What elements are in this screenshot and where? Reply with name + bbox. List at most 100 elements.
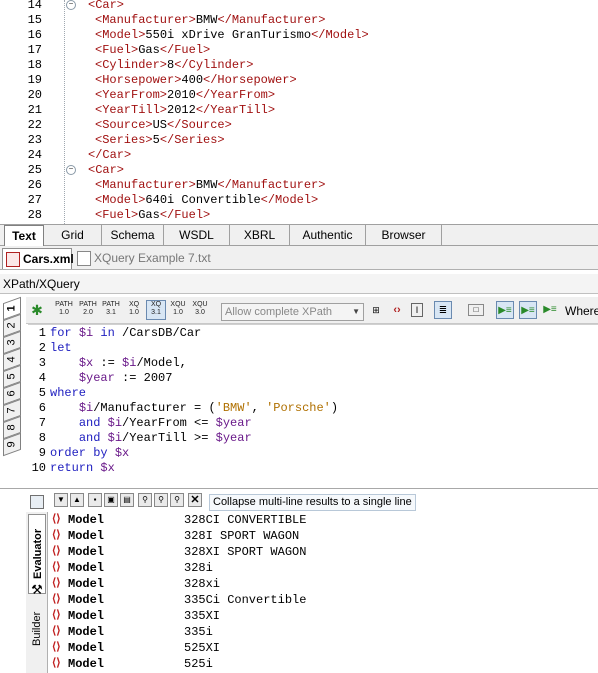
result-row[interactable]: ⟨⟩ Model 328xi xyxy=(50,576,598,592)
xml-tag: </Fuel> xyxy=(159,208,211,222)
query-code: and $i/YearTill >= $year xyxy=(50,431,252,446)
debug-bug-icon[interactable]: ✱ xyxy=(28,301,46,319)
result-row[interactable]: ⟨⟩ Model 328CI CONVERTIBLE xyxy=(50,512,598,528)
xml-code: <Model>640i Convertible</Model> xyxy=(95,193,318,208)
tab-builder[interactable]: Builder xyxy=(28,604,46,654)
fold-collapse-icon[interactable]: − xyxy=(66,0,76,10)
tab-xbrl[interactable]: XBRL xyxy=(230,225,290,246)
xml-line: 20 <YearFrom>2010</YearFrom> xyxy=(0,88,598,103)
collapse-multiline-toggle[interactable]: Collapse multi-line results to a single … xyxy=(209,494,416,511)
xpath-3-1-button[interactable]: PATH 3.1 xyxy=(101,300,121,320)
xml-text: 5 xyxy=(152,133,160,147)
document-tab-xquery[interactable]: XQuery Example 7.txt xyxy=(74,248,214,269)
line-number: 19 xyxy=(27,73,42,87)
xml-text: 2010 xyxy=(167,88,196,102)
previous-result-icon[interactable]: ▲ xyxy=(70,493,84,507)
result-row[interactable]: ⟨⟩ Model 525i xyxy=(50,656,598,672)
fold-collapse-icon[interactable]: − xyxy=(66,165,76,175)
find-next-icon[interactable]: ⚲ xyxy=(154,493,168,507)
xml-code: <Cylinder>8</Cylinder> xyxy=(95,58,253,73)
xml-line: 28 <Fuel>Gas</Fuel> xyxy=(0,208,598,223)
token-str: 'BMW' xyxy=(215,401,252,415)
xml-code: <Fuel>Gas</Fuel> xyxy=(95,43,210,58)
tab-text[interactable]: Text xyxy=(4,225,44,246)
token-plain: := xyxy=(93,356,123,370)
query-code: order by $x xyxy=(50,446,129,461)
token-kw: and xyxy=(78,416,108,430)
evaluate-all-icon[interactable]: ▶≡ xyxy=(541,301,559,319)
token-var: $year xyxy=(215,431,252,445)
xml-code: <YearFrom>2010</YearFrom> xyxy=(95,88,275,103)
xml-code: <Manufacturer>BMW</Manufacturer> xyxy=(95,178,325,193)
result-row[interactable]: ⟨⟩ Model 525XI xyxy=(50,640,598,656)
tab-browser[interactable]: Browser xyxy=(366,225,442,246)
tab-authentic[interactable]: Authentic xyxy=(290,225,366,246)
evaluate-on-change-icon[interactable]: ▶≡ xyxy=(496,301,514,319)
xpath-scope-select[interactable]: Allow complete XPath ▼ xyxy=(221,303,364,321)
tab-grid[interactable]: Grid xyxy=(44,225,102,246)
line-number: 1 xyxy=(38,326,46,340)
result-row[interactable]: ⟨⟩ Model 328I SPORT WAGON xyxy=(50,528,598,544)
xquery-3-1-button[interactable]: XQ 3.1 xyxy=(146,300,166,320)
find-icon[interactable]: ⚲ xyxy=(138,493,152,507)
builder-options-icon[interactable]: ⊞ xyxy=(367,301,385,319)
xml-brackets-icon[interactable]: ‹› xyxy=(388,301,406,319)
path31-bottom: 3.1 xyxy=(106,309,116,316)
xq10-top: XQ xyxy=(128,301,140,308)
line-number: 3 xyxy=(38,356,46,370)
token-var: $i xyxy=(78,401,94,415)
token-kw: where xyxy=(50,386,87,400)
show-header-icon[interactable]: ≣ xyxy=(434,301,452,319)
xml-code: <Manufacturer>BMW</Manufacturer> xyxy=(95,13,325,28)
document-tab-cars[interactable]: Cars.xml xyxy=(2,248,74,269)
xml-text: 640i Convertible xyxy=(145,193,261,207)
window-icon[interactable]: □ xyxy=(468,304,484,316)
xml-code: <Series>5</Series> xyxy=(95,133,225,148)
tab-schema[interactable]: Schema xyxy=(102,225,164,246)
query-line: 6 $i/Manufacturer = ('BMW', 'Porsche') xyxy=(28,401,598,416)
result-row[interactable]: ⟨⟩ Model 335Ci Convertible xyxy=(50,592,598,608)
find-previous-icon[interactable]: ⚲ xyxy=(170,493,184,507)
result-row[interactable]: ⟨⟩ Model 335XI xyxy=(50,608,598,624)
xq10-bottom: 1.0 xyxy=(129,309,139,316)
xpath-2-0-button[interactable]: PATH 2.0 xyxy=(78,300,98,320)
clear-icon[interactable]: ✕ xyxy=(188,493,202,507)
xquery-expression-editor[interactable]: 1 for $i in /CarsDB/Car 2 let 3 $x := $i/Mod… xyxy=(28,324,598,484)
token-kw: order by xyxy=(50,446,115,460)
token-var: $x xyxy=(100,461,115,475)
xml-tag: </Series> xyxy=(159,133,225,147)
result-row[interactable]: ⟨⟩ Model 335i xyxy=(50,624,598,640)
xml-text-editor[interactable]: 14− <Car> 15 <Manufacturer>BMW</Manufacture… xyxy=(0,0,598,224)
xquery-1-0-button[interactable]: XQ 1.0 xyxy=(124,300,144,320)
token-plain: /YearTill >= xyxy=(122,431,216,445)
element-icon: ⟨⟩ xyxy=(52,610,61,622)
xquery-update-1-0-button[interactable]: XQU 1.0 xyxy=(168,300,188,320)
copy-all-icon[interactable]: ▣ xyxy=(104,493,118,507)
xpath-1-0-button[interactable]: PATH 1.0 xyxy=(54,300,74,320)
xml-line: 21 <YearTill>2012</YearTill> xyxy=(0,103,598,118)
xquery-update-3-0-button[interactable]: XQU 3.0 xyxy=(190,300,210,320)
evaluate-current-icon[interactable]: ▶≡ xyxy=(519,301,537,319)
token-kw: return xyxy=(50,461,101,475)
xml-tag: <Source> xyxy=(95,118,153,132)
query-line: 2 let xyxy=(28,341,598,356)
xqu30-top: XQU xyxy=(192,301,208,308)
xml-code: <Car> xyxy=(88,0,124,13)
xml-tag: </Manufacturer> xyxy=(217,178,326,192)
token-var: $i xyxy=(78,326,94,340)
xpath-scope-value: Allow complete XPath xyxy=(225,306,332,318)
xml-code: </Car> xyxy=(88,148,131,163)
result-row[interactable]: ⟨⟩ Model 328i xyxy=(50,560,598,576)
result-node-value: 328I SPORT WAGON xyxy=(184,529,300,543)
line-number: 18 xyxy=(27,58,42,72)
copy-text-icon[interactable]: ▤ xyxy=(120,493,134,507)
query-code: $year := 2007 xyxy=(50,371,173,386)
path20-bottom: 2.0 xyxy=(83,309,93,316)
text-mode-icon[interactable]: I xyxy=(411,303,423,317)
copy-icon[interactable]: ▪ xyxy=(88,493,102,507)
tab-wsdl[interactable]: WSDL xyxy=(164,225,230,246)
query-line: 5 where xyxy=(28,386,598,401)
next-result-icon[interactable]: ▼ xyxy=(54,493,68,507)
result-row[interactable]: ⟨⟩ Model 328XI SPORT WAGON xyxy=(50,544,598,560)
